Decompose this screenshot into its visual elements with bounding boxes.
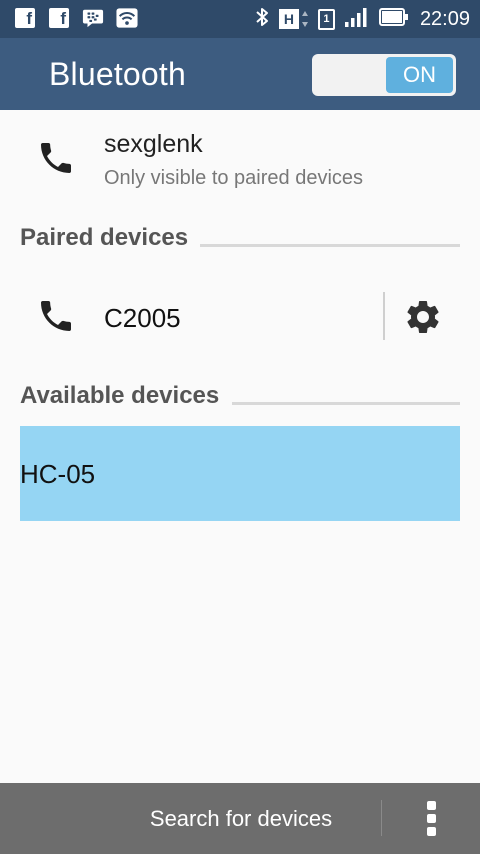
this-device-name: sexglenk [104,130,203,158]
signal-icon [344,6,370,33]
toggle-on-label: ON [386,57,453,93]
phone-icon [41,301,71,331]
paired-device-item[interactable]: C2005 [0,278,480,356]
bottom-bar-divider [381,800,382,836]
system-icons: H 1 22:09 [254,4,470,34]
paired-device-name: C2005 [104,303,181,333]
network-h-icon: H [278,9,309,29]
battery-icon [378,7,409,32]
notification-icons: f f [14,7,138,29]
available-device-name: HC-05 [20,459,96,489]
available-devices-title: Available devices [20,382,226,410]
gear-icon[interactable] [403,297,443,337]
section-divider [232,402,460,405]
search-for-devices-button[interactable]: Search for devices [120,783,362,854]
available-device-item[interactable]: HC-05 [20,426,460,521]
available-devices-header: Available devices [20,382,460,414]
bluetooth-toggle[interactable]: ON [312,54,456,96]
facebook-icon: f [14,7,36,29]
visibility-status: Only visible to paired devices [104,167,364,189]
bottom-action-bar: Search for devices [0,783,480,854]
this-device-item[interactable]: sexglenk Only visible to paired devices [0,110,480,200]
bluetooth-icon [254,5,270,34]
section-divider [200,244,460,247]
facebook-icon: f [48,7,70,29]
overflow-menu-icon[interactable] [412,799,452,839]
bbm-icon [82,7,104,29]
page-title: Bluetooth [49,56,187,92]
wifi-icon [116,7,138,29]
app-bar: Bluetooth ON [0,38,480,110]
status-bar: f f H 1 22:09 [0,0,480,38]
paired-devices-header: Paired devices [20,224,460,256]
paired-devices-title: Paired devices [20,224,195,252]
phone-icon [41,143,71,173]
clock: 22:09 [419,7,470,30]
row-divider [383,292,385,340]
sim-1-icon: 1 [317,8,335,30]
